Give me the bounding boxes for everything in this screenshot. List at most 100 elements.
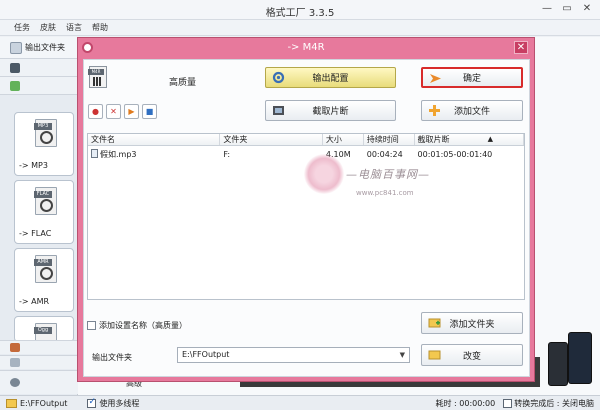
col-clip-label: 截取片断 <box>417 135 450 144</box>
maximize-icon[interactable]: ▭ <box>558 2 576 16</box>
cell-folder: F: <box>223 149 231 159</box>
clear-list-icon[interactable]: ✕ <box>106 104 121 119</box>
play-icon[interactable]: ▶ <box>124 104 139 119</box>
change-label: 改变 <box>462 351 481 362</box>
menu-skin[interactable]: 皮肤 <box>40 22 56 33</box>
minimize-icon[interactable]: — <box>538 2 556 16</box>
arrow-right-icon <box>430 74 441 83</box>
after-convert-label: 转换完成后 : 关闭电脑 <box>514 398 594 408</box>
add-file-button[interactable]: 添加文件 <box>421 100 523 121</box>
category-rom[interactable] <box>0 355 78 369</box>
file-list-tools: ● ✕ ▶ ■ <box>88 104 157 119</box>
status-output-path[interactable]: E:\FFOutput <box>20 399 67 408</box>
file-table: 文件名 文件夹 大小 持续时间 截取片断 ▲ 假如.mp3 F: 4.10M 00… <box>87 133 525 300</box>
col-filename[interactable]: 文件名 <box>88 134 221 145</box>
cell-filename: 假如.mp3 <box>88 148 220 160</box>
add-file-label: 添加文件 <box>453 107 490 117</box>
m4r-dialog: -> M4R ✕ M4R 高质量 输出配置 确定 ● ✕ ▶ ■ 截取片断 添加… <box>77 37 535 382</box>
table-header: 文件名 文件夹 大小 持续时间 截取片断 ▲ <box>88 134 525 146</box>
change-folder-button[interactable]: 改变 <box>421 344 523 366</box>
menu-bar: 任务 皮肤 语言 帮助 <box>0 20 600 36</box>
status-bar: E:\FFOutput 使用多线程 耗时 : 00:00:00 转换完成后 : … <box>0 395 600 410</box>
flac-file-icon: FLAC <box>34 187 57 215</box>
film-icon <box>273 106 284 115</box>
add-folder-label: 添加文件夹 <box>449 319 495 330</box>
output-folder-label: 输出文件夹 <box>92 353 132 362</box>
dialog-title: -> M4R <box>287 42 325 53</box>
add-folder-button[interactable]: 添加文件夹 <box>421 312 523 334</box>
format-tag: Ogg <box>34 327 52 334</box>
col-duration[interactable]: 持续时间 <box>364 134 415 145</box>
format-ogg[interactable]: Ogg <box>14 316 74 342</box>
col-folder[interactable]: 文件夹 <box>220 134 323 145</box>
multithread-label: 使用多线程 <box>99 398 140 408</box>
app-title: 格式工厂 3.3.5 <box>265 8 335 19</box>
table-row[interactable]: 假如.mp3 F: 4.10M 00:04:24 00:01:05-00:01:… <box>88 148 524 160</box>
format-tag: FLAC <box>34 191 52 198</box>
bars-icon <box>93 77 102 86</box>
output-folder-select[interactable]: E:\FFOutput ▼ <box>177 347 410 363</box>
dialog-body: M4R 高质量 输出配置 确定 ● ✕ ▶ ■ 截取片断 添加文件 文件名 文件… <box>83 59 530 377</box>
speaker-icon <box>40 131 53 144</box>
app-titlebar: 格式工厂 3.3.5 — ▭ ✕ <box>0 0 600 20</box>
cell-size: 4.10M <box>325 149 351 159</box>
output-folder-toolbar-label: 输出文件夹 <box>25 43 65 52</box>
cell-duration: 00:04:24 <box>366 149 403 159</box>
file-info-icon[interactable]: ■ <box>142 104 157 119</box>
sort-up-icon: ▲ <box>487 135 494 143</box>
dialog-close-button[interactable]: ✕ <box>514 41 528 54</box>
category-audio[interactable] <box>0 77 77 95</box>
category-advanced[interactable] <box>0 370 78 394</box>
filename-text: 假如.mp3 <box>100 149 137 159</box>
m4r-format-icon: M4R <box>88 66 107 88</box>
category-image[interactable] <box>0 340 78 354</box>
menu-language[interactable]: 语言 <box>66 22 82 33</box>
format-flac[interactable]: FLAC -> FLAC <box>14 180 74 244</box>
add-setting-name-option[interactable]: 添加设置名称（高质量） <box>87 320 187 331</box>
menu-help[interactable]: 帮助 <box>92 22 108 33</box>
ok-label: 确定 <box>462 74 481 84</box>
output-config-label: 输出配置 <box>312 74 349 84</box>
plus-icon <box>429 105 440 116</box>
format-tag: M4R <box>88 69 104 75</box>
format-label: -> AMR <box>19 297 50 306</box>
output-config-button[interactable]: 输出配置 <box>265 67 396 88</box>
shutdown-checkbox[interactable] <box>503 398 513 408</box>
folder-icon <box>428 350 441 360</box>
category-video[interactable] <box>0 59 77 77</box>
tools-category-icon <box>10 378 20 387</box>
cell-clip: 00:01:05-00:01:40 <box>417 149 493 159</box>
quality-label: 高质量 <box>169 78 197 88</box>
add-setting-name-checkbox[interactable] <box>87 321 96 330</box>
phone-image <box>548 342 568 386</box>
image-category-icon <box>10 343 20 352</box>
format-label: -> FLAC <box>19 229 52 238</box>
clip-label: 截取片断 <box>312 107 349 117</box>
folder-icon[interactable] <box>6 398 17 408</box>
format-tag: MP3 <box>34 123 52 130</box>
col-clip[interactable]: 截取片断 ▲ <box>415 134 525 145</box>
folder-plus-icon <box>428 318 441 328</box>
app-logo-icon <box>82 42 93 53</box>
format-tag: AMR <box>34 259 52 266</box>
format-label: -> MP3 <box>19 161 48 170</box>
output-folder-value: E:\FFOutput <box>182 350 230 359</box>
menu-task[interactable]: 任务 <box>14 22 30 33</box>
multithread-checkbox[interactable] <box>87 397 97 408</box>
remove-file-icon[interactable]: ● <box>88 104 103 119</box>
clip-button[interactable]: 截取片断 <box>265 100 396 121</box>
dialog-titlebar: -> M4R ✕ <box>78 38 534 58</box>
gear-icon <box>272 71 285 84</box>
format-amr[interactable]: AMR -> AMR <box>14 248 74 312</box>
disc-category-icon <box>10 358 20 367</box>
col-size[interactable]: 大小 <box>323 134 364 145</box>
close-window-icon[interactable]: ✕ <box>578 2 596 16</box>
output-folder-toolbar-button[interactable]: 输出文件夹 <box>0 37 77 59</box>
phone-image <box>568 332 592 384</box>
ok-button[interactable]: 确定 <box>421 67 523 88</box>
amr-file-icon: AMR <box>34 255 57 283</box>
audio-wave-icon <box>40 267 53 280</box>
format-sidebar: 输出文件夹 MP3 -> MP3 FLAC -> FLAC AMR -> AMR… <box>0 37 78 395</box>
headphones-icon <box>40 199 53 212</box>
format-mp3[interactable]: MP3 -> MP3 <box>14 112 74 176</box>
